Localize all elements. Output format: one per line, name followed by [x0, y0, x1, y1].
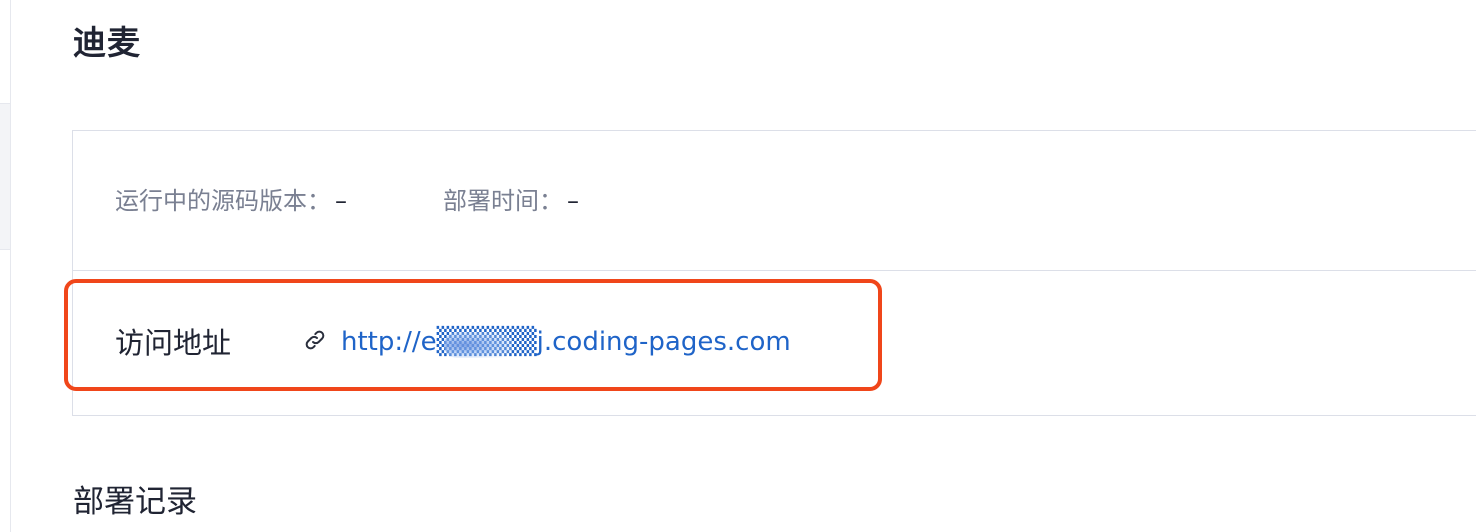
access-address-label: 访问地址 — [115, 326, 232, 360]
page-title: 迪麦 — [73, 23, 141, 62]
left-sidebar-rail — [0, 0, 11, 532]
redaction-blur — [444, 332, 512, 358]
sidebar-tab-edge[interactable] — [0, 103, 10, 250]
source-version-value: – — [335, 187, 347, 215]
deploy-time-value: – — [567, 187, 579, 215]
deploy-meta-row: 运行中的源码版本： – 部署时间： – — [73, 131, 1476, 271]
source-version-label: 运行中的源码版本： — [115, 187, 331, 215]
deploy-records-title: 部署记录 — [73, 484, 197, 520]
link-icon — [303, 328, 327, 352]
deploy-time-info: 部署时间： – — [443, 183, 579, 219]
deploy-time-label: 部署时间： — [443, 187, 563, 215]
deploy-info-card: 运行中的源码版本： – 部署时间： – 访问地址 http://e▒▒▒▒▒j.co… — [72, 130, 1476, 416]
access-address-link[interactable]: http://e▒▒▒▒▒j.coding-pages.com — [341, 323, 791, 361]
access-address-row: 访问地址 http://e▒▒▒▒▒j.coding-pages.com — [73, 271, 1476, 417]
source-version-info: 运行中的源码版本： – — [115, 183, 347, 219]
